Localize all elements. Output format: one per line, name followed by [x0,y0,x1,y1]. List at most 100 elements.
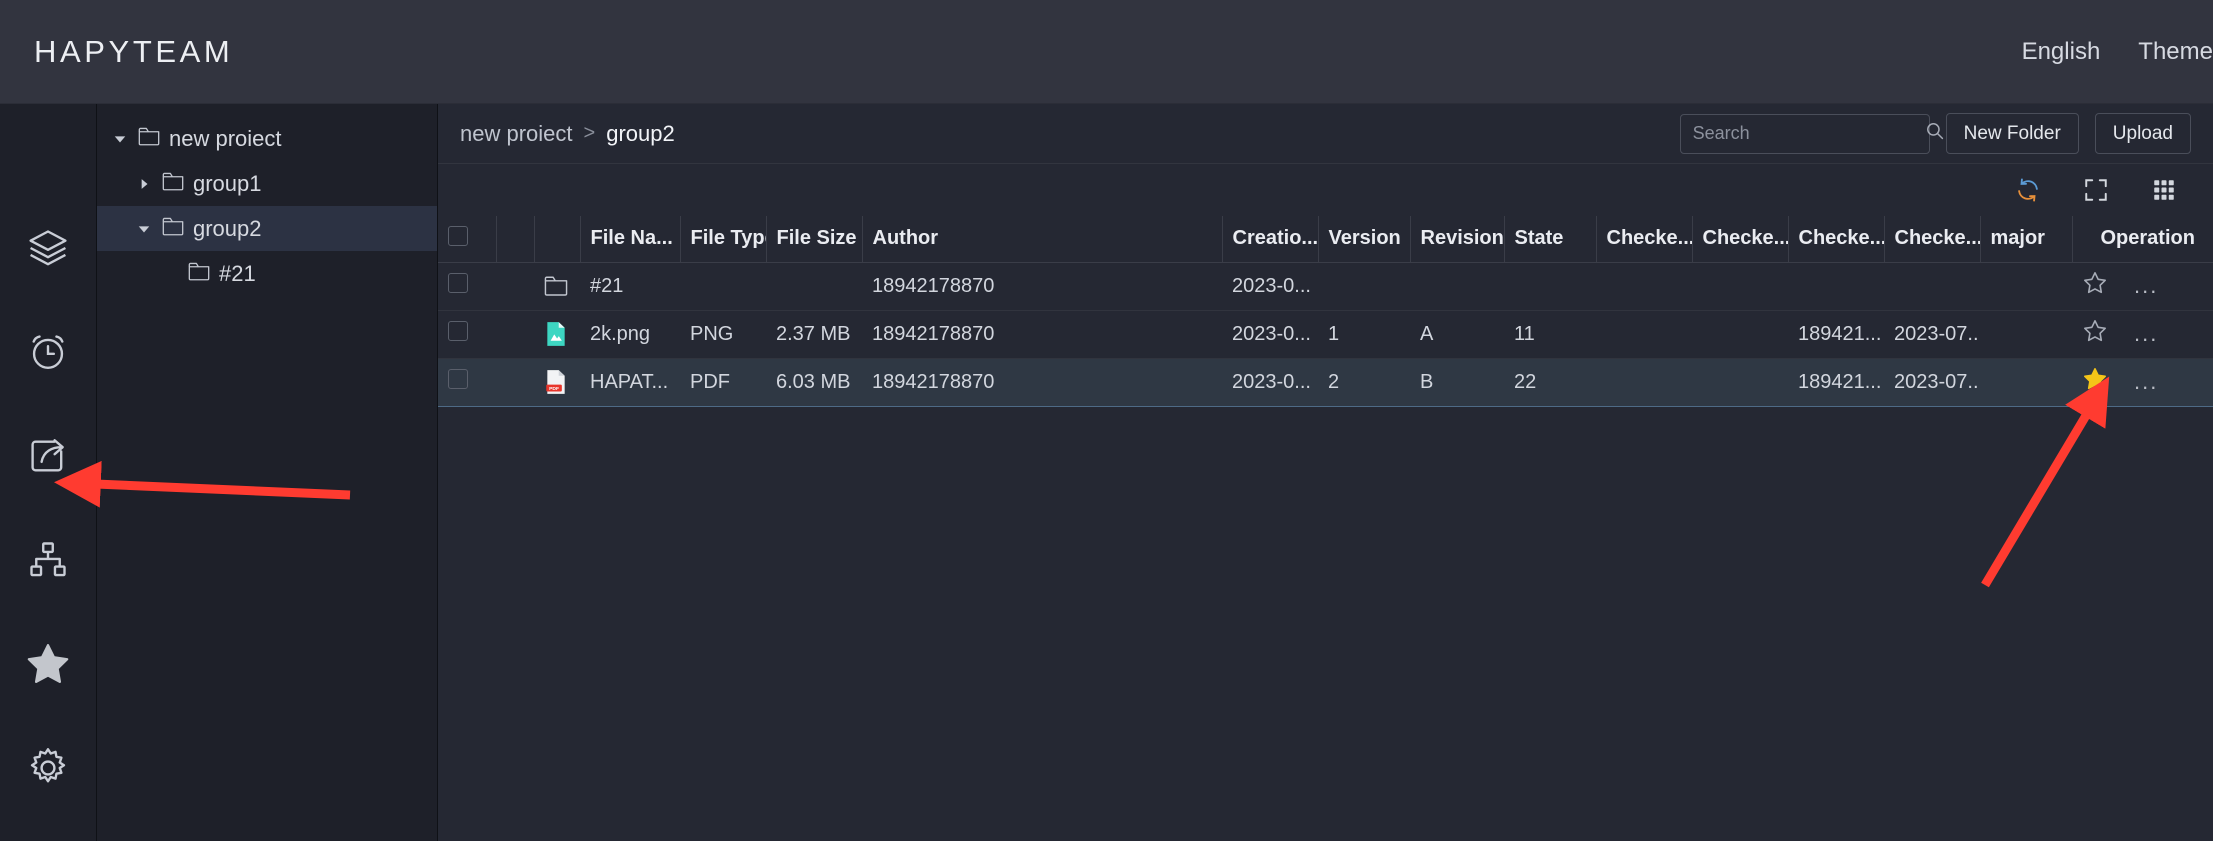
header-file-name[interactable]: File Na... [580,216,681,263]
cell-file-size [766,262,862,311]
row-checkbox[interactable] [448,369,468,389]
new-folder-button[interactable]: New Folder [1945,113,2079,154]
table-row[interactable]: PDF HAPAT... PDF 6.03 MB 18942178870 202… [438,357,2213,407]
fullscreen-icon[interactable] [2083,177,2109,203]
rail-item-settings[interactable] [22,742,74,794]
cell-checked-4 [1884,262,1980,311]
table-row[interactable]: #21 18942178870 2023-0... ... [438,262,2213,311]
row-more-actions-button[interactable]: ... [2134,369,2158,395]
tree-node-group1[interactable]: group1 [97,161,437,206]
rail-item-structure[interactable] [22,534,74,586]
cell-state [1504,262,1596,311]
header-file-type[interactable]: File Type [680,216,767,263]
folder-icon [162,216,184,242]
cell-state: 11 [1504,310,1596,359]
rail-item-share[interactable] [22,430,74,482]
row-spacer-1 [496,310,534,359]
favorite-star-icon[interactable] [2082,318,2108,350]
cell-revision [1410,262,1504,311]
chevron-down-icon[interactable] [111,132,129,146]
refresh-icon[interactable] [2015,177,2041,203]
folder-icon [544,273,570,299]
breadcrumb-item-root[interactable]: new proiect [460,121,573,147]
cell-checked-4: 2023-07... [1884,357,1980,407]
row-spacer-1 [496,357,534,407]
cell-file-type [680,262,766,311]
cell-file-size: 2.37 MB [766,310,862,359]
cell-operation: ... [2072,262,2213,311]
pdf-file-icon: PDF [544,369,570,395]
row-checkbox-cell[interactable] [438,262,496,311]
upload-button[interactable]: Upload [2094,113,2191,154]
breadcrumb-bar: new proiect > group2 New Folder Upload [438,104,2213,164]
cell-checked-4: 2023-07... [1884,310,1980,359]
row-more-actions-button[interactable]: ... [2134,321,2158,347]
chevron-down-icon[interactable] [135,222,153,236]
header-author[interactable]: Author [862,216,1223,263]
table-row[interactable]: 2k.png PNG 2.37 MB 18942178870 2023-0...… [438,310,2213,359]
header-checked-1[interactable]: Checke... [1596,216,1693,263]
cell-file-name[interactable]: HAPAT... [580,357,680,407]
row-checkbox-cell[interactable] [438,357,496,407]
header-select-all[interactable] [438,216,497,263]
main-panel: new proiect > group2 New Folder Upload [438,104,2213,841]
chevron-right-icon[interactable] [135,177,153,191]
app-brand: HAPYTEAM [34,33,234,69]
cell-author: 18942178870 [862,357,1222,407]
tree-node-label: group1 [193,170,262,196]
header-revision[interactable]: Revision [1410,216,1505,263]
cell-creation: 2023-0... [1222,262,1318,311]
row-more-actions-button[interactable]: ... [2134,273,2158,299]
search-input[interactable] [1692,123,1925,144]
favorite-star-icon[interactable] [2082,270,2108,302]
svg-text:PDF: PDF [549,386,559,392]
app-body: new proiect group1 group2 #21 new proiec… [0,104,2213,841]
row-checkbox[interactable] [448,321,468,341]
header-checked-4[interactable]: Checke... [1884,216,1981,263]
cell-operation: ... [2072,310,2213,359]
cell-file-size: 6.03 MB [766,357,862,407]
cell-checked-2 [1692,262,1788,311]
cell-state: 22 [1504,357,1596,407]
rail-item-favorites[interactable] [22,638,74,690]
cell-version: 1 [1318,310,1410,359]
breadcrumb-item-current[interactable]: group2 [606,121,675,147]
header-blank-2 [534,216,581,263]
theme-selector[interactable]: Theme [2138,38,2213,66]
header-file-size[interactable]: File Size [766,216,863,263]
rail-item-layers[interactable] [22,222,74,274]
folder-tree: new proiect group1 group2 #21 [97,104,438,841]
cell-checked-1 [1596,310,1692,359]
search-icon[interactable] [1925,121,1945,146]
header-state[interactable]: State [1504,216,1597,263]
header-checked-3[interactable]: Checke... [1788,216,1885,263]
cell-operation: ... [2072,357,2213,407]
cell-version [1318,262,1410,311]
table-header-row: File Na... File Type File Size Author Cr… [438,216,2213,263]
tree-node-new-proiect[interactable]: new proiect [97,116,437,161]
tree-node-21[interactable]: #21 [97,251,437,296]
header-major[interactable]: major [1980,216,2073,263]
select-all-checkbox[interactable] [448,225,468,246]
star-icon [25,641,71,687]
header-actions: English Theme [2022,38,2213,66]
row-checkbox[interactable] [448,273,468,293]
language-selector[interactable]: English [2022,38,2101,66]
tree-node-label: group2 [193,215,262,241]
cell-file-name[interactable]: 2k.png [580,310,680,359]
header-creation[interactable]: Creatio... [1222,216,1319,263]
row-checkbox-cell[interactable] [438,310,496,359]
header-version[interactable]: Version [1318,216,1411,263]
view-toolbar [438,164,2213,216]
favorite-star-icon[interactable] [2082,366,2108,398]
cell-file-name[interactable]: #21 [580,262,680,311]
png-file-icon [544,321,570,347]
cell-creation: 2023-0... [1222,357,1318,407]
rail-item-recent[interactable] [22,326,74,378]
search-box[interactable] [1679,113,1943,154]
grid-view-icon[interactable] [2151,177,2177,203]
cell-checked-3 [1788,262,1884,311]
tree-node-group2[interactable]: group2 [97,206,437,251]
header-checked-2[interactable]: Checke... [1692,216,1789,263]
breadcrumb-separator-icon: > [583,122,596,144]
